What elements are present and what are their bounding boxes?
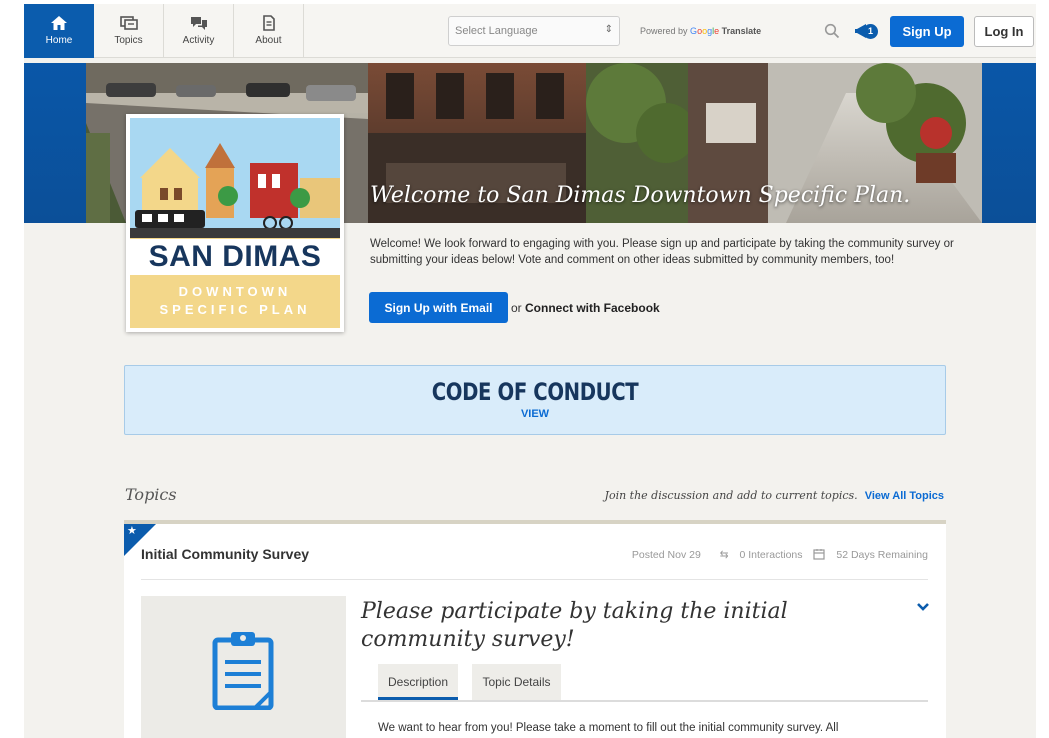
language-select[interactable]: Select Language ⇕ [448, 16, 620, 46]
search-icon[interactable] [824, 23, 840, 39]
topic-description: We want to hear from you! Please take a … [378, 722, 839, 734]
clipboard-icon [212, 632, 274, 710]
topics-join-text: Join the discussion and add to current t… [604, 489, 858, 502]
nav-topics-label: Topics [114, 35, 143, 46]
notification-badge: 1 [863, 24, 878, 39]
nav-home-label: Home [45, 35, 73, 46]
or-text: or [511, 301, 522, 315]
translate-text: Translate [721, 26, 762, 36]
logo-subtitle-line1: DOWNTOWN [178, 284, 292, 299]
topic-headline: Please participate by taking the initial… [361, 599, 788, 652]
topic-meta: Posted Nov 29 ⇆ 0 Interactions 52 Days R… [624, 548, 928, 561]
logo-name: SAN DIMAS [130, 239, 340, 275]
topic-interactions: 0 Interactions [739, 549, 803, 561]
view-all-topics-link[interactable]: View All Topics [865, 490, 944, 502]
house-icon [51, 16, 67, 30]
nav-about[interactable]: About [234, 4, 304, 58]
tab-description[interactable]: Description [378, 664, 458, 700]
nav-topics[interactable]: Topics [94, 4, 164, 58]
app-frame: Home Topics Activity About Select Langua… [24, 4, 1036, 738]
san-dimas-logo: SAN DIMAS DOWNTOWN SPECIFIC PLAN [126, 114, 344, 332]
log-in-button[interactable]: Log In [974, 16, 1034, 47]
logo-subtitle-line2: SPECIFIC PLAN [159, 302, 311, 317]
welcome-message: Welcome! We look forward to engaging wit… [370, 238, 954, 266]
tab-underline [361, 700, 928, 702]
town-illustration [130, 143, 340, 238]
chat-bubbles-icon [190, 17, 207, 30]
topic-divider [141, 579, 928, 580]
topics-join: Join the discussion and add to current t… [605, 489, 944, 502]
connect-with-facebook-link[interactable]: Connect with Facebook [525, 301, 660, 315]
google-logo-icon: Google [690, 26, 720, 36]
nav-about-label: About [255, 35, 282, 46]
nav-activity-label: Activity [182, 35, 215, 46]
topic-image [141, 596, 346, 738]
tab-topic-details[interactable]: Topic Details [472, 664, 561, 700]
star-icon: ★ [127, 525, 137, 537]
select-arrows-icon: ⇕ [604, 24, 613, 35]
chevron-down-icon[interactable] [916, 602, 930, 612]
top-navigation: Home Topics Activity About Select Langua… [24, 4, 1036, 58]
language-select-value: Select Language [455, 25, 538, 37]
sign-up-with-email-button[interactable]: Sign Up with Email [369, 292, 508, 323]
hero-title: Welcome to San Dimas Downtown Specific P… [370, 183, 911, 208]
calendar-icon [813, 549, 826, 560]
logo-skyline [130, 118, 340, 238]
sign-up-button[interactable]: Sign Up [890, 16, 964, 47]
topic-posted-date: Posted Nov 29 [631, 549, 701, 561]
topic-title[interactable]: Initial Community Survey [141, 546, 309, 562]
code-of-conduct-view-link[interactable]: VIEW [125, 408, 945, 420]
powered-by-google-translate[interactable]: Powered by Google Translate [640, 26, 761, 36]
powered-by-text: Powered by [640, 26, 688, 36]
nav-home[interactable]: Home [24, 4, 94, 58]
topics-heading: Topics [125, 485, 177, 504]
document-icon [262, 15, 275, 31]
topics-icon [119, 16, 138, 30]
facebook-connect: or Connect with Facebook [511, 301, 660, 315]
code-of-conduct-title: CODE OF CONDUCT [431, 378, 639, 406]
topic-days-remaining: 52 Days Remaining [836, 549, 928, 561]
code-of-conduct-banner[interactable]: CODE OF CONDUCT VIEW [124, 365, 946, 435]
interactions-icon: ⇆ [719, 549, 729, 561]
topic-card: ★ Initial Community Survey Posted Nov 29… [124, 520, 946, 738]
notifications-button[interactable]: 1 [854, 21, 878, 43]
nav-activity[interactable]: Activity [164, 4, 234, 58]
